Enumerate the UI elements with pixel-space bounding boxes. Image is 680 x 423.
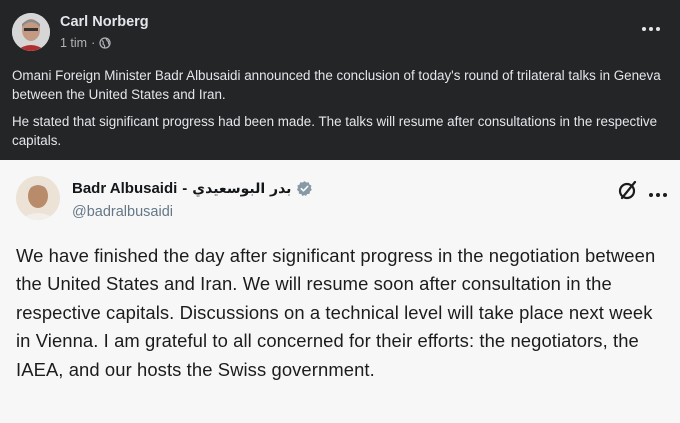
tweet-handle[interactable]: @badralbusaidi	[72, 204, 173, 220]
post-time[interactable]: 1 tim	[60, 36, 87, 50]
post-more-button[interactable]	[640, 22, 662, 36]
author-name[interactable]: Carl Norberg	[60, 14, 149, 30]
verified-badge-icon	[297, 181, 313, 196]
ellipsis-icon	[642, 27, 660, 31]
name-separator: -	[182, 180, 188, 197]
post-text: Omani Foreign Minister Badr Albusaidi an…	[12, 66, 672, 158]
meta-separator: ·	[91, 36, 96, 50]
post-paragraph: He stated that significant progress had …	[12, 114, 658, 148]
post-paragraph: Omani Foreign Minister Badr Albusaidi an…	[12, 68, 661, 102]
tweet-text: We have finished the day after significa…	[16, 245, 656, 380]
tweet-author-name-row[interactable]: Badr Albusaidi - بدر البوسعيدي	[72, 180, 313, 197]
tweet-author-avatar[interactable]	[16, 176, 60, 220]
x-logo-button[interactable]	[618, 180, 638, 200]
ellipsis-icon	[649, 193, 667, 197]
tweet-display-name[interactable]: Badr Albusaidi	[72, 180, 177, 197]
tweet-arabic-name: بدر البوسعيدي	[192, 180, 292, 197]
tweet-more-button[interactable]	[648, 186, 668, 197]
x-logo-icon	[618, 180, 637, 200]
facebook-post: Carl Norberg 1 tim · Omani Foreign Minis…	[0, 0, 680, 160]
author-avatar[interactable]	[12, 13, 50, 51]
globe-icon	[99, 37, 111, 49]
post-meta: 1 tim ·	[60, 36, 111, 50]
